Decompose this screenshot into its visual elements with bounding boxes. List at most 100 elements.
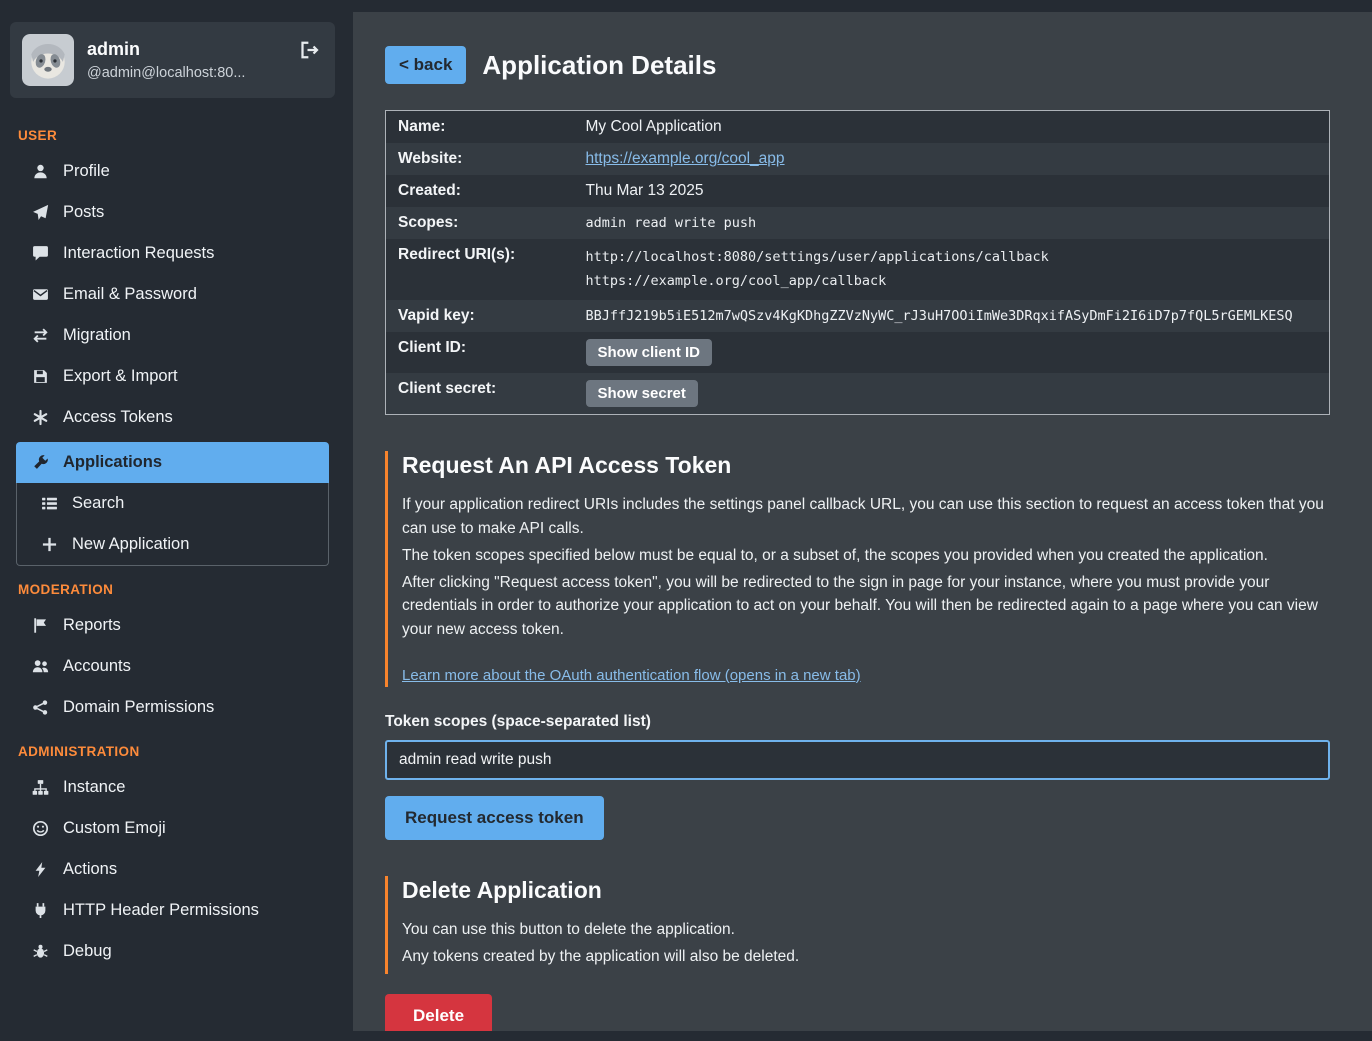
section-label-user: USER xyxy=(0,112,345,151)
sidebar-item-http-header-permissions[interactable]: HTTP Header Permissions xyxy=(0,890,345,931)
sidebar-item-new-application[interactable]: New Application xyxy=(17,524,328,565)
sidebar-item-label: Posts xyxy=(63,203,104,222)
created-label: Created: xyxy=(386,175,578,207)
paper-plane-icon xyxy=(30,204,50,221)
plug-icon xyxy=(30,902,50,919)
table-row-created: Created: Thu Mar 13 2025 xyxy=(386,175,1330,207)
main-content: < back Application Details Name: My Cool… xyxy=(353,12,1372,1031)
delete-application-paragraph: You can use this button to delete the ap… xyxy=(402,918,1330,941)
sidebar-item-label: Applications xyxy=(63,453,162,472)
sidebar-item-label: Accounts xyxy=(63,657,131,676)
scopes-value: admin read write push xyxy=(578,207,1330,239)
logout-button[interactable] xyxy=(297,38,321,62)
created-value: Thu Mar 13 2025 xyxy=(578,175,1330,207)
sidebar-item-debug[interactable]: Debug xyxy=(0,931,345,972)
sidebar-item-label: Search xyxy=(72,494,124,513)
website-link[interactable]: https://example.org/cool_app xyxy=(586,150,785,167)
sidebar-item-instance[interactable]: Instance xyxy=(0,767,345,808)
delete-application-paragraph: Any tokens created by the application wi… xyxy=(402,945,1330,968)
sidebar-item-label: New Application xyxy=(72,535,189,554)
sidebar-item-applications-search[interactable]: Search xyxy=(17,483,328,524)
sidebar-item-label: Debug xyxy=(63,942,112,961)
sidebar-item-email-password[interactable]: Email & Password xyxy=(0,274,345,315)
table-row-scopes: Scopes: admin read write push xyxy=(386,207,1330,239)
applications-submenu: Search New Application xyxy=(16,483,329,566)
sidebar-item-label: Interaction Requests xyxy=(63,244,214,263)
redirect-uri-value: http://localhost:8080/settings/user/appl… xyxy=(586,246,1322,270)
request-token-paragraph: The token scopes specified below must be… xyxy=(402,544,1330,567)
sidebar-item-label: Reports xyxy=(63,616,121,635)
name-label: Name: xyxy=(386,111,578,144)
request-token-title: Request An API Access Token xyxy=(402,452,1330,479)
sidebar-item-access-tokens[interactable]: Access Tokens xyxy=(0,397,345,438)
table-row-name: Name: My Cool Application xyxy=(386,111,1330,144)
request-token-section-head: Request An API Access Token If your appl… xyxy=(385,451,1330,687)
avatar xyxy=(22,34,74,86)
delete-application-section-head: Delete Application You can use this butt… xyxy=(385,876,1330,975)
sidebar-item-actions[interactable]: Actions xyxy=(0,849,345,890)
comment-icon xyxy=(30,245,50,262)
sidebar-item-applications[interactable]: Applications xyxy=(16,442,329,483)
flag-icon xyxy=(30,617,50,634)
sidebar-item-label: Migration xyxy=(63,326,131,345)
table-row-website: Website: https://example.org/cool_app xyxy=(386,143,1330,175)
request-token-paragraph: After clicking "Request access token", y… xyxy=(402,571,1330,641)
sidebar-item-label: Instance xyxy=(63,778,125,797)
page-title: Application Details xyxy=(482,50,716,81)
client-secret-label: Client secret: xyxy=(386,373,578,415)
token-scopes-label: Token scopes (space-separated list) xyxy=(385,713,1330,731)
sidebar-item-label: Domain Permissions xyxy=(63,698,214,717)
sidebar-item-accounts[interactable]: Accounts xyxy=(0,646,345,687)
oauth-docs-link[interactable]: Learn more about the OAuth authenticatio… xyxy=(402,667,861,684)
delete-application-title: Delete Application xyxy=(402,877,1330,904)
request-access-token-button[interactable]: Request access token xyxy=(385,796,604,840)
token-scopes-input[interactable] xyxy=(385,740,1330,780)
back-button[interactable]: < back xyxy=(385,46,466,84)
sidebar-item-posts[interactable]: Posts xyxy=(0,192,345,233)
section-label-moderation: MODERATION xyxy=(0,566,345,605)
sidebar-item-export-import[interactable]: Export & Import xyxy=(0,356,345,397)
users-icon xyxy=(30,658,50,675)
request-token-section: Request An API Access Token If your appl… xyxy=(385,451,1330,840)
sidebar-item-label: Access Tokens xyxy=(63,408,173,427)
request-token-paragraph: If your application redirect URIs includ… xyxy=(402,493,1330,540)
bug-icon xyxy=(30,943,50,960)
table-row-client-id: Client ID: Show client ID xyxy=(386,332,1330,373)
client-id-label: Client ID: xyxy=(386,332,578,373)
sidebar-item-custom-emoji[interactable]: Custom Emoji xyxy=(0,808,345,849)
wrench-icon xyxy=(30,454,50,471)
sidebar-item-migration[interactable]: Migration xyxy=(0,315,345,356)
token-scopes-form: Token scopes (space-separated list) Requ… xyxy=(385,713,1330,840)
sidebar-item-profile[interactable]: Profile xyxy=(0,151,345,192)
floppy-disk-icon xyxy=(30,368,50,385)
sidebar-item-domain-permissions[interactable]: Domain Permissions xyxy=(0,687,345,728)
sidebar-item-label: Actions xyxy=(63,860,117,879)
table-row-redirect-uris: Redirect URI(s): http://localhost:8080/s… xyxy=(386,239,1330,300)
sidebar-item-reports[interactable]: Reports xyxy=(0,605,345,646)
delete-application-button[interactable]: Delete xyxy=(385,994,492,1031)
redirect-uri-value: https://example.org/cool_app/callback xyxy=(586,270,1322,294)
vapid-key-label: Vapid key: xyxy=(386,300,578,332)
show-client-id-button[interactable]: Show client ID xyxy=(586,339,713,366)
section-label-administration: ADMINISTRATION xyxy=(0,728,345,767)
user-handle: @admin@localhost:80... xyxy=(87,65,245,81)
sidebar-item-label: Email & Password xyxy=(63,285,197,304)
table-row-client-secret: Client secret: Show secret xyxy=(386,373,1330,415)
sidebar-item-label: Profile xyxy=(63,162,110,181)
sidebar-item-label: Export & Import xyxy=(63,367,178,386)
redirect-uris-label: Redirect URI(s): xyxy=(386,239,578,300)
delete-application-section: Delete Application You can use this butt… xyxy=(385,876,1330,1031)
table-row-vapid-key: Vapid key: BBJffJ219b5iE512m7wQSzv4KgKDh… xyxy=(386,300,1330,332)
list-icon xyxy=(39,495,59,512)
sloth-avatar-image xyxy=(22,34,74,86)
scopes-label: Scopes: xyxy=(386,207,578,239)
smiley-icon xyxy=(30,820,50,837)
bolt-icon xyxy=(30,861,50,878)
sidebar-item-interaction-requests[interactable]: Interaction Requests xyxy=(0,233,345,274)
sidebar-item-label: HTTP Header Permissions xyxy=(63,901,259,920)
name-value: My Cool Application xyxy=(578,111,1330,144)
share-nodes-icon xyxy=(30,699,50,716)
website-label: Website: xyxy=(386,143,578,175)
user-name: admin xyxy=(87,39,245,60)
show-secret-button[interactable]: Show secret xyxy=(586,380,698,407)
